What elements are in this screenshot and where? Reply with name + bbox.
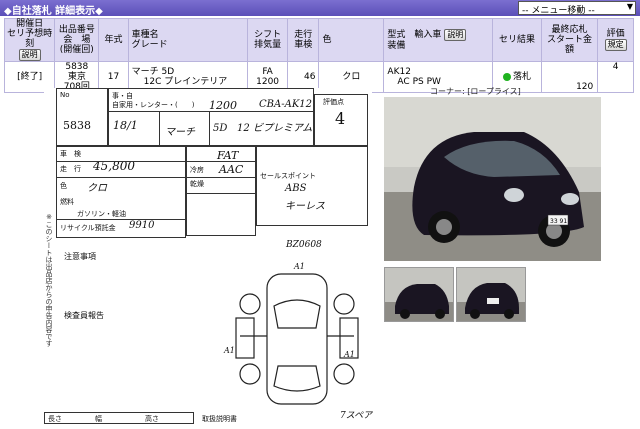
sheet-lot-box: No 5838 xyxy=(56,88,108,146)
header-date: 開催日 セリ予想時刻 説明 xyxy=(3,18,56,62)
menu-dropdown-value: -- メニュー移動 -- xyxy=(522,6,595,16)
sheet-footer: 長さ 幅 高さ xyxy=(44,412,194,424)
sheet-code: BZ0608 xyxy=(286,240,322,250)
window-title: ◆自社落札 詳細表示◆ xyxy=(4,6,103,17)
main-car-photo[interactable]: 33 91 xyxy=(384,97,601,261)
sheet-side-note: ※このシートは出品店からの申告内容です xyxy=(45,213,53,347)
chevron-down-icon: ▼ xyxy=(626,2,633,11)
sold-indicator-icon xyxy=(503,72,512,81)
thumbnail-front[interactable] xyxy=(384,267,454,322)
table-header-row: 開催日 セリ予想時刻 説明 出品番号 会 場 (開催回) 年式 車種名 グレード… xyxy=(3,18,634,62)
sheet-score-box: 評価点 4 xyxy=(314,94,368,146)
cell-score: 4 xyxy=(597,61,634,93)
header-type: 型式 輸入車 説明 装備 xyxy=(383,18,494,62)
header-model: 車種名 グレード xyxy=(127,18,249,62)
menu-dropdown[interactable]: -- メニュー移動 -- ▼ xyxy=(518,1,636,16)
header-price: 最終応札 スタート金額 xyxy=(540,18,599,62)
license-plate: 33 91 xyxy=(550,218,567,225)
rules-button[interactable]: 規定 xyxy=(604,39,627,51)
thumbnail-rear[interactable] xyxy=(456,267,526,322)
header-result: セリ結果 xyxy=(492,18,542,62)
sheet-data-mid: FAT 冷房 AAC 乾燥 xyxy=(186,146,257,236)
sheet-data-left: 車 検 走 行 45,800 色 クロ 燃料 ガソリン・軽油 リサイクル預託金 … xyxy=(56,146,187,238)
corner-label: コーナー: [ロープライス] xyxy=(430,87,521,96)
sheet-header-grid: 事・自 自家用・レンター・( ) 1200 CBA-AK12 18/1 マーチ … xyxy=(108,88,315,147)
damage-diagram xyxy=(235,273,359,405)
header-mileage: 走行 車検 xyxy=(286,18,320,62)
lot-info-table: 開催日 セリ予想時刻 説明 出品番号 会 場 (開催回) 年式 車種名 グレード… xyxy=(3,18,634,93)
auction-sheet: ※このシートは出品店からの申告内容です No 5838 事・自 自家用・レンター… xyxy=(44,88,372,426)
sheet-inspector-label: 検査員報告 xyxy=(64,311,104,320)
cell-price: 120 xyxy=(540,61,599,93)
header-lot: 出品番号 会 場 (開催回) xyxy=(54,18,100,62)
header-score: 評価 規定 xyxy=(597,18,634,62)
sheet-sales-point: セールスポイント ABS キーレス xyxy=(256,146,368,226)
import-explain-button[interactable]: 説明 xyxy=(444,29,467,41)
header-year: 年式 xyxy=(98,18,129,62)
header-shift: シフト 排気量 xyxy=(247,18,288,62)
header-color: 色 xyxy=(318,18,385,62)
sheet-notes-label: 注意事項 xyxy=(64,252,96,261)
title-bar: ◆自社落札 詳細表示◆ -- メニュー移動 -- ▼ xyxy=(0,0,640,17)
explain-button[interactable]: 説明 xyxy=(18,49,41,61)
